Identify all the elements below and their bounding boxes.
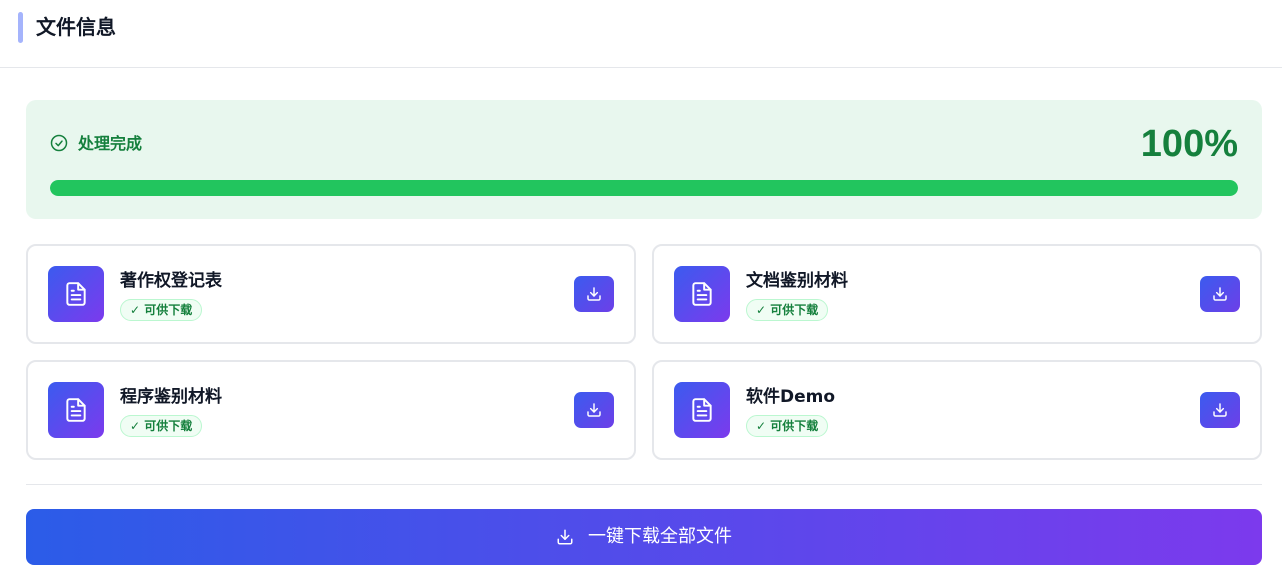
- document-icon: [48, 382, 104, 438]
- download-icon: [1213, 403, 1227, 417]
- download-icon: [587, 287, 601, 301]
- download-button[interactable]: [1200, 276, 1240, 312]
- status-label: 处理完成: [78, 134, 143, 153]
- file-name: 程序鉴别材料: [120, 387, 222, 407]
- file-card: 软件Demo ✓ 可供下载: [652, 360, 1262, 460]
- check-circle-icon: [50, 134, 68, 152]
- header-accent-bar: [18, 12, 23, 43]
- page-title: 文件信息: [36, 15, 116, 39]
- file-card: 程序鉴别材料 ✓ 可供下载: [26, 360, 636, 460]
- download-all-label: 一键下载全部文件: [588, 526, 732, 547]
- download-button[interactable]: [574, 392, 614, 428]
- download-button[interactable]: [1200, 392, 1240, 428]
- file-name: 软件Demo: [746, 387, 836, 407]
- download-all-button[interactable]: 一键下载全部文件: [26, 509, 1262, 565]
- document-icon: [674, 382, 730, 438]
- download-icon: [557, 529, 573, 545]
- file-card: 著作权登记表 ✓ 可供下载: [26, 244, 636, 344]
- status-card: 处理完成 100%: [26, 100, 1262, 219]
- document-icon: [48, 266, 104, 322]
- status-badge: ✓ 可供下载: [746, 299, 829, 321]
- download-icon: [587, 403, 601, 417]
- progress-fill: [50, 180, 1238, 196]
- status-badge: ✓ 可供下载: [746, 415, 829, 437]
- progress-percent: 100%: [1140, 123, 1238, 165]
- status-badge: ✓ 可供下载: [120, 299, 203, 321]
- section-header: 文件信息: [0, 0, 1282, 68]
- download-button[interactable]: [574, 276, 614, 312]
- file-name: 著作权登记表: [120, 271, 222, 291]
- file-name: 文档鉴别材料: [746, 271, 848, 291]
- file-card: 文档鉴别材料 ✓ 可供下载: [652, 244, 1262, 344]
- download-icon: [1213, 287, 1227, 301]
- status-badge: ✓ 可供下载: [120, 415, 203, 437]
- progress-bar: [50, 180, 1238, 196]
- divider: [26, 484, 1262, 485]
- document-icon: [674, 266, 730, 322]
